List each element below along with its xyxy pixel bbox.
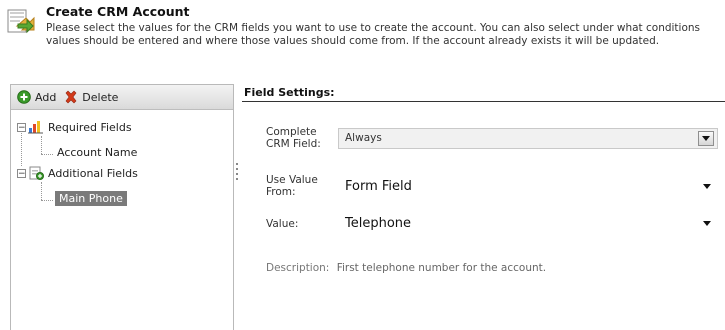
description-line-1: Please select the values for the CRM fie… <box>46 22 701 34</box>
tree-node-main-phone[interactable]: Main Phone <box>55 191 127 206</box>
dropdown-arrow-icon[interactable] <box>703 183 711 189</box>
field-settings-panel: Field Settings: Complete CRM Field: Alwa… <box>242 84 725 329</box>
fields-tree: − Required Fields Account Name − Additio… <box>11 110 233 206</box>
fields-tree-panel: Add Delete − Required Fields Account Nam… <box>10 84 234 330</box>
required-fields-icon <box>28 121 43 134</box>
page-description: Please select the values for the CRM fie… <box>46 22 725 48</box>
crm-account-icon <box>7 9 35 34</box>
panel-splitter-handle[interactable] <box>236 160 239 190</box>
value-select-value: Telephone <box>345 216 412 231</box>
complete-crm-field-label: Complete CRM Field: <box>266 126 321 150</box>
value-label: Value: <box>266 217 299 230</box>
use-value-from-select[interactable]: Form Field <box>338 175 718 197</box>
tree-node-additional-fields[interactable]: − Additional Fields <box>17 166 138 180</box>
complete-crm-field-value: Always <box>345 132 382 144</box>
value-row: Value: Telephone <box>266 213 718 234</box>
description-line-2: values should be entered and where those… <box>46 35 660 47</box>
field-settings-title: Field Settings: <box>242 84 725 102</box>
main-phone-label: Main Phone <box>55 191 127 206</box>
chevron-down-icon[interactable] <box>698 130 714 146</box>
delete-button[interactable]: Delete <box>64 90 118 104</box>
tree-toolbar: Add Delete <box>11 85 233 110</box>
tree-node-required-fields[interactable]: − Required Fields <box>17 120 132 134</box>
description-label: Description: <box>266 262 330 274</box>
add-label: Add <box>35 90 57 104</box>
use-value-from-row: Use Value From: Form Field <box>266 174 718 198</box>
delete-icon <box>65 90 77 104</box>
required-fields-label: Required Fields <box>48 120 132 134</box>
page-title: Create CRM Account <box>46 4 190 19</box>
complete-crm-field-row: Complete CRM Field: Always <box>266 126 718 150</box>
use-value-from-value: Form Field <box>345 178 412 194</box>
add-button[interactable]: Add <box>17 90 56 104</box>
use-value-from-label: Use Value From: <box>266 174 318 198</box>
delete-label: Delete <box>82 90 119 104</box>
additional-fields-icon <box>29 166 44 180</box>
field-description: Description: First telephone number for … <box>266 262 546 274</box>
complete-crm-field-select[interactable]: Always <box>338 127 718 149</box>
collapse-required-toggle[interactable]: − <box>17 122 26 132</box>
additional-fields-label: Additional Fields <box>48 166 138 180</box>
add-icon <box>17 90 31 104</box>
page-header: Create CRM Account Please select the val… <box>0 0 725 62</box>
description-value: First telephone number for the account. <box>336 262 547 274</box>
collapse-additional-toggle[interactable]: − <box>17 168 26 178</box>
tree-node-account-name[interactable]: Account Name <box>57 146 137 159</box>
account-name-label: Account Name <box>57 146 138 159</box>
value-select[interactable]: Telephone <box>338 213 718 234</box>
dropdown-arrow-icon[interactable] <box>703 221 711 226</box>
